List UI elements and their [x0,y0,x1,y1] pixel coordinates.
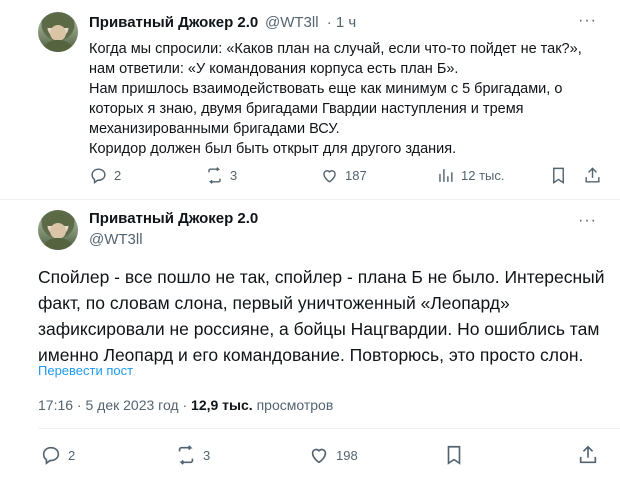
reply-icon [91,168,106,185]
avatar-face [50,223,66,239]
share-button[interactable] [577,444,599,466]
avatar[interactable] [38,12,78,52]
avatar[interactable] [38,210,78,250]
like-icon [323,170,336,183]
repost-button[interactable]: 3 [175,444,210,466]
author-name[interactable]: Приватный Джокер 2.0 [89,210,258,227]
like-icon [311,448,327,464]
avatar-face [50,25,66,41]
post-meta: 17:16 · 5 дек 2023 год · 12,9 тыс. просм… [38,397,333,413]
more-options-button[interactable]: ··· [578,212,597,230]
reply-count: 2 [114,168,122,183]
like-count: 187 [345,168,367,183]
share-icon [579,445,597,464]
views-icon [439,169,453,182]
avatar-body [42,40,74,52]
share-icon [585,167,600,183]
translate-post-link[interactable]: Перевести пост [38,363,133,378]
author-handle[interactable]: @WT3ll [89,231,143,248]
tweet-divider [0,199,620,200]
avatar-body [42,238,74,250]
author-name[interactable]: Приватный Джокер 2.0 [89,14,258,31]
reply-icon [42,446,60,465]
repost-button[interactable]: 3 [205,166,237,185]
bookmark-icon [447,445,461,465]
author-handle[interactable]: @WT3ll · 1 ч [265,14,356,31]
views-label: просмотров [252,397,334,413]
action-bar: 2 3 198 [0,444,620,468]
tweet-text: Спойлер - все пошло не так, спойлер - пл… [38,267,605,365]
like-button[interactable]: 187 [320,166,367,185]
meta-divider [38,428,620,429]
repost-icon [208,167,221,184]
like-button[interactable]: 198 [308,444,358,466]
handle-text: @WT3ll [265,14,319,31]
reply-button[interactable]: 2 [89,166,121,185]
action-bar: 2 3 187 12 тыс. [0,166,620,190]
bookmark-button[interactable] [549,166,568,185]
post-timestamp[interactable]: 17:16 · 5 дек 2023 год · [38,397,191,413]
repost-count: 3 [203,447,211,463]
more-options-button[interactable]: ··· [578,12,597,30]
bookmark-icon [553,167,564,184]
views-button[interactable]: 12 тыс. [436,166,504,185]
reply-count: 2 [68,447,76,463]
repost-count: 3 [230,168,238,183]
tweet-text: Когда мы спросили: «Каков план на случай… [89,41,582,157]
like-count: 198 [336,447,358,463]
views-total: 12,9 тыс. [191,397,253,413]
repost-icon [178,445,194,465]
reply-button[interactable]: 2 [40,444,75,466]
views-count: 12 тыс. [461,168,505,183]
share-button[interactable] [583,166,602,185]
bookmark-button[interactable] [443,444,465,466]
post-time[interactable]: · 1 ч [327,14,357,31]
